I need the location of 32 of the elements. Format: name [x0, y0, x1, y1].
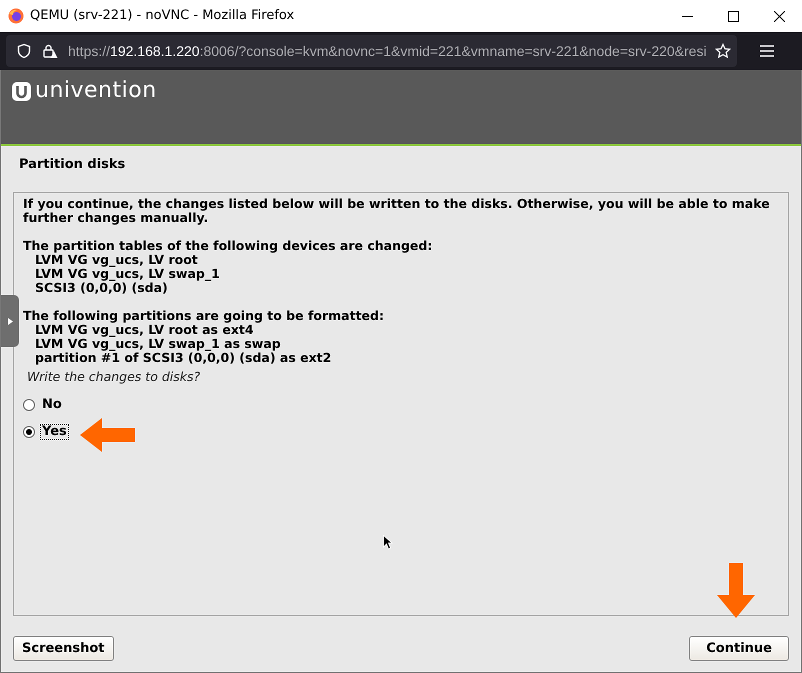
screenshot-button[interactable]: Screenshot: [13, 636, 114, 661]
list-heading: The following partitions are going to be formatted:: [23, 308, 385, 322]
menu-icon[interactable]: [759, 44, 775, 58]
arrow-icon: [80, 418, 136, 452]
option-label[interactable]: No: [41, 398, 63, 412]
intro-text: If you continue, the changes listed below will be written to the disks. Otherwise, you will be able to make further changes manually.: [23, 196, 771, 224]
radio-button[interactable]: [23, 426, 35, 438]
arrow-icon: [717, 563, 755, 618]
logo-text: univention: [35, 80, 157, 102]
list-item: LVM VG vg_ucs, LV swap_1: [34, 266, 220, 280]
list-item: LVM VG vg_ucs, LV root: [34, 252, 198, 266]
close-icon[interactable]: [774, 10, 784, 22]
shield-icon[interactable]: [16, 43, 32, 59]
list-item: partition #1 of SCSI3 (0,0,0) (sda) as ext2: [34, 350, 332, 364]
sidebar-handle[interactable]: [1, 295, 19, 347]
list-heading: The partition tables of the following devices are changed:: [23, 238, 434, 252]
radio-button[interactable]: [23, 398, 35, 410]
logo-icon: [12, 82, 31, 100]
list-item: SCSI3 (0,0,0) (sda): [34, 280, 168, 294]
maximize-icon[interactable]: [728, 10, 738, 22]
firefox-icon: [8, 8, 24, 24]
lock-warning-icon[interactable]: [42, 43, 58, 59]
address-bar[interactable]: https://192.168.1.220:8006/?console=kvm&novnc=1&vmid=221&vmname=srv-221&node=srv-220&resi: [6, 35, 737, 67]
window-title: QEMU (srv-221) - noVNC - Mozilla Firefox: [30, 7, 294, 26]
list-item: LVM VG vg_ucs, LV swap_1 as swap: [34, 336, 281, 350]
continue-button[interactable]: Continue: [689, 636, 789, 661]
question-text: Write the changes to disks?: [27, 370, 200, 384]
bookmark-star-icon[interactable]: [715, 43, 731, 59]
option-label[interactable]: Yes: [41, 424, 68, 438]
section-title: Partition disks: [19, 156, 126, 174]
list-item: LVM VG vg_ucs, LV root as ext4: [34, 322, 254, 336]
cursor-icon: [383, 535, 393, 550]
